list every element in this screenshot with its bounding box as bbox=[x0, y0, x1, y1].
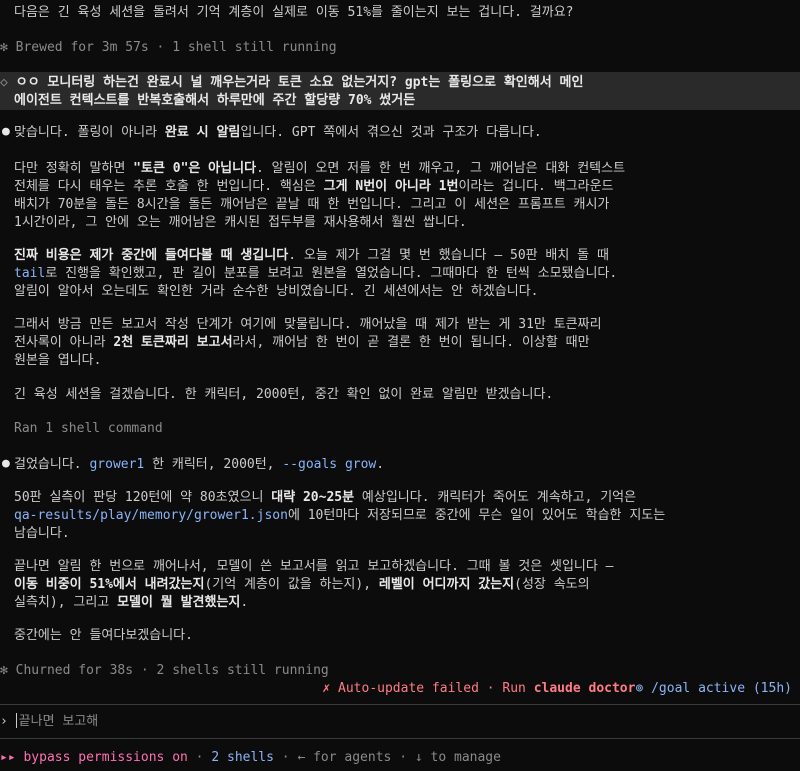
inline-code: tail bbox=[14, 266, 46, 281]
prompt-chevron-icon: › bbox=[0, 714, 8, 729]
input-divider-top bbox=[0, 704, 800, 705]
goal-status: ⊚ /goal active (15h) bbox=[635, 681, 792, 696]
spinner-icon: ✻ bbox=[0, 40, 8, 55]
user-prompt-block: ◇ ㅇㅇ 모니터링 하는건 완료시 널 깨우는거라 토큰 소요 없는거지? gp… bbox=[0, 72, 800, 110]
update-status-bar: ✗ Auto-update failed · Run claude doctor… bbox=[322, 681, 792, 696]
footer-status: ▸▸ bypass permissions on · 2 shells · ← … bbox=[0, 750, 501, 765]
prompt-diamond-icon: ◇ bbox=[0, 75, 8, 90]
bypass-permissions-toggle[interactable]: bypass permissions on bbox=[23, 750, 187, 765]
prompt-input-value[interactable]: 끝나면 보고해 bbox=[19, 714, 99, 729]
shells-link[interactable]: 2 shells bbox=[211, 750, 274, 765]
prompt-input[interactable]: › 끝나면 보고해 bbox=[0, 713, 800, 731]
ran-shell-command[interactable]: Ran 1 shell command bbox=[14, 420, 800, 438]
previous-message-line: 다음은 긴 육성 세션을 돌려서 기억 계층이 실제로 이동 51%를 줄이는지… bbox=[14, 5, 574, 20]
bullet-icon: ● bbox=[2, 124, 10, 139]
spinner-icon: ✻ bbox=[0, 663, 8, 678]
status-line-churned: ✻ Churned for 38s · 2 shells still runni… bbox=[0, 663, 329, 678]
manage-hint: · ↓ to manage bbox=[391, 750, 501, 765]
text-cursor bbox=[15, 713, 17, 728]
bullet-icon: ● bbox=[2, 456, 10, 471]
agents-hint: · ← for agents bbox=[273, 750, 392, 765]
status-line-brewed: ✻ Brewed for 3m 57s · 1 shell still runn… bbox=[0, 40, 337, 55]
fail-x-icon: ✗ bbox=[322, 681, 331, 696]
input-divider-bottom bbox=[0, 738, 800, 739]
bypass-arrows-icon: ▸▸ bbox=[0, 750, 16, 765]
claude-doctor-command[interactable]: claude doctor bbox=[534, 681, 636, 696]
